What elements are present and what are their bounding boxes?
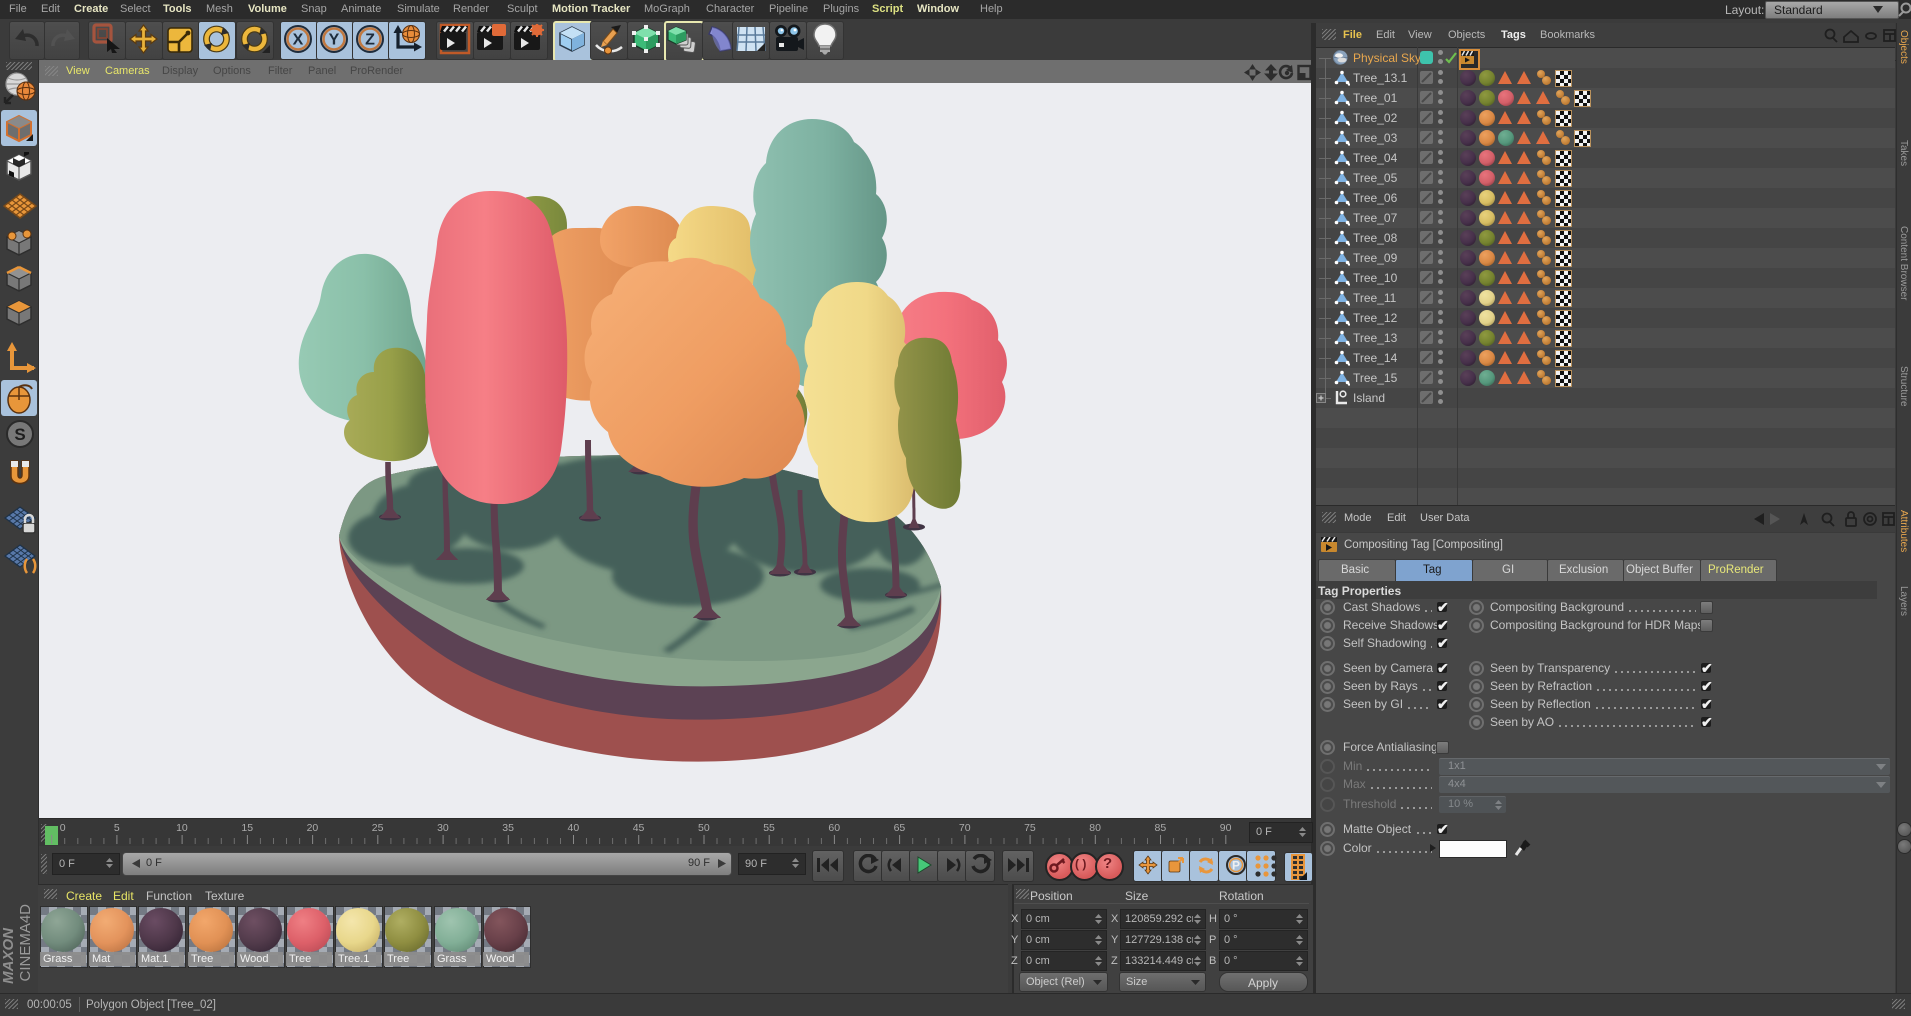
svg-text:25: 25	[372, 822, 384, 834]
svg-text:50: 50	[698, 822, 710, 834]
svg-text:5: 5	[114, 822, 120, 834]
svg-text:Y: Y	[329, 32, 340, 49]
svg-text:Z: Z	[365, 32, 375, 49]
svg-text:55: 55	[763, 822, 775, 834]
svg-text:0: 0	[60, 822, 66, 834]
svg-text:20: 20	[307, 822, 319, 834]
svg-text:80: 80	[1089, 822, 1101, 834]
svg-text:P: P	[1232, 859, 1240, 873]
svg-text:45: 45	[633, 822, 645, 834]
svg-text:35: 35	[502, 822, 514, 834]
svg-text:15: 15	[241, 822, 253, 834]
svg-text:85: 85	[1155, 822, 1167, 834]
svg-text:S: S	[14, 425, 25, 444]
svg-text:65: 65	[894, 822, 906, 834]
svg-text:90: 90	[1220, 822, 1232, 834]
svg-text:30: 30	[437, 822, 449, 834]
svg-text:10: 10	[176, 822, 188, 834]
svg-text:70: 70	[959, 822, 971, 834]
svg-text:40: 40	[568, 822, 580, 834]
svg-text:75: 75	[1024, 822, 1036, 834]
svg-text:X: X	[293, 32, 304, 49]
svg-text:60: 60	[828, 822, 840, 834]
